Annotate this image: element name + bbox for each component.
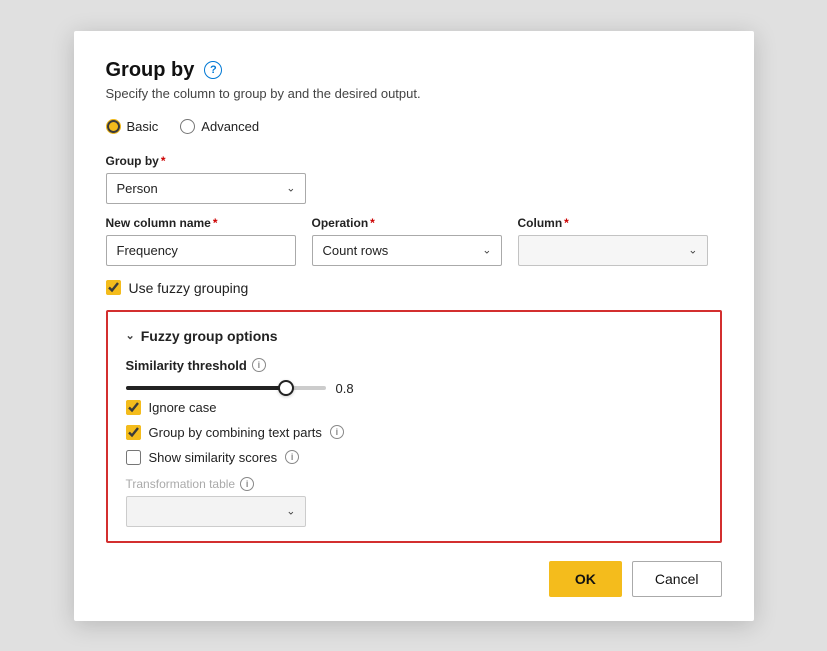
- dialog-subtitle: Specify the column to group by and the d…: [106, 86, 722, 101]
- group-combining-row: Group by combining text parts i: [126, 425, 702, 440]
- show-similarity-label[interactable]: Show similarity scores i: [126, 450, 702, 465]
- new-column-name-label: New column name*: [106, 216, 296, 230]
- transformation-table-field: Transformation table i ⌄: [126, 477, 702, 527]
- show-similarity-text: Show similarity scores: [149, 450, 278, 465]
- radio-advanced-label[interactable]: Advanced: [180, 119, 259, 134]
- group-by-label: Group by*: [106, 154, 722, 168]
- fuzzy-section-title: Fuzzy group options: [141, 328, 278, 344]
- group-by-field: Group by* Person Name Category ⌄: [106, 154, 722, 204]
- group-by-select[interactable]: Person Name Category: [106, 173, 306, 204]
- help-icon[interactable]: ?: [204, 61, 222, 79]
- show-similarity-checkbox[interactable]: [126, 450, 141, 465]
- dialog-title: Group by: [106, 59, 195, 82]
- show-similarity-row: Show similarity scores i: [126, 450, 702, 465]
- slider-row: 0.8: [126, 381, 702, 396]
- ok-button[interactable]: OK: [549, 561, 622, 597]
- similarity-threshold-label: Similarity threshold i: [126, 358, 702, 373]
- group-combining-checkbox[interactable]: [126, 425, 141, 440]
- group-combining-info-icon[interactable]: i: [330, 425, 344, 439]
- slider-value: 0.8: [336, 381, 366, 396]
- cancel-button[interactable]: Cancel: [632, 561, 722, 597]
- fuzzy-options-header: ⌄ Fuzzy group options: [126, 328, 702, 344]
- show-similarity-info-icon[interactable]: i: [285, 450, 299, 464]
- ignore-case-text: Ignore case: [149, 400, 217, 415]
- transformation-select-wrapper: ⌄: [126, 496, 306, 527]
- group-by-dialog: Group by ? Specify the column to group b…: [74, 31, 754, 621]
- group-combining-text: Group by combining text parts: [149, 425, 322, 440]
- radio-basic[interactable]: [106, 119, 121, 134]
- slider-fill: [126, 386, 286, 390]
- operation-select[interactable]: Count rows Sum Average Min Max: [312, 235, 502, 266]
- fuzzy-collapse-icon[interactable]: ⌄: [126, 329, 135, 342]
- ignore-case-checkbox[interactable]: [126, 400, 141, 415]
- use-fuzzy-label: Use fuzzy grouping: [129, 280, 249, 296]
- transformation-select[interactable]: [126, 496, 306, 527]
- similarity-slider-track: [126, 386, 326, 390]
- use-fuzzy-row: Use fuzzy grouping: [106, 280, 722, 296]
- slider-thumb[interactable]: [278, 380, 294, 396]
- group-by-select-wrapper: Person Name Category ⌄: [106, 173, 306, 204]
- column-operation-row: New column name* Operation* Count rows S…: [106, 216, 722, 266]
- column-select[interactable]: [518, 235, 708, 266]
- use-fuzzy-checkbox[interactable]: [106, 280, 121, 295]
- operation-field: Operation* Count rows Sum Average Min Ma…: [312, 216, 502, 266]
- transformation-table-info-icon[interactable]: i: [240, 477, 254, 491]
- dialog-title-row: Group by ?: [106, 59, 722, 82]
- mode-radio-group: Basic Advanced: [106, 119, 722, 134]
- similarity-threshold-info-icon[interactable]: i: [252, 358, 266, 372]
- ignore-case-row: Ignore case: [126, 400, 702, 415]
- radio-basic-text: Basic: [127, 119, 159, 134]
- dialog-footer: OK Cancel: [106, 561, 722, 597]
- group-combining-label[interactable]: Group by combining text parts i: [126, 425, 702, 440]
- column-field: Column* ⌄: [518, 216, 708, 266]
- column-label: Column*: [518, 216, 708, 230]
- radio-basic-label[interactable]: Basic: [106, 119, 159, 134]
- fuzzy-options-section: ⌄ Fuzzy group options Similarity thresho…: [106, 310, 722, 543]
- new-column-name-input[interactable]: [106, 235, 296, 266]
- transformation-table-label: Transformation table i: [126, 477, 702, 491]
- radio-advanced-text: Advanced: [201, 119, 259, 134]
- operation-select-wrapper: Count rows Sum Average Min Max ⌄: [312, 235, 502, 266]
- column-select-wrapper: ⌄: [518, 235, 708, 266]
- ignore-case-label[interactable]: Ignore case: [126, 400, 702, 415]
- operation-label: Operation*: [312, 216, 502, 230]
- radio-advanced[interactable]: [180, 119, 195, 134]
- new-column-name-field: New column name*: [106, 216, 296, 266]
